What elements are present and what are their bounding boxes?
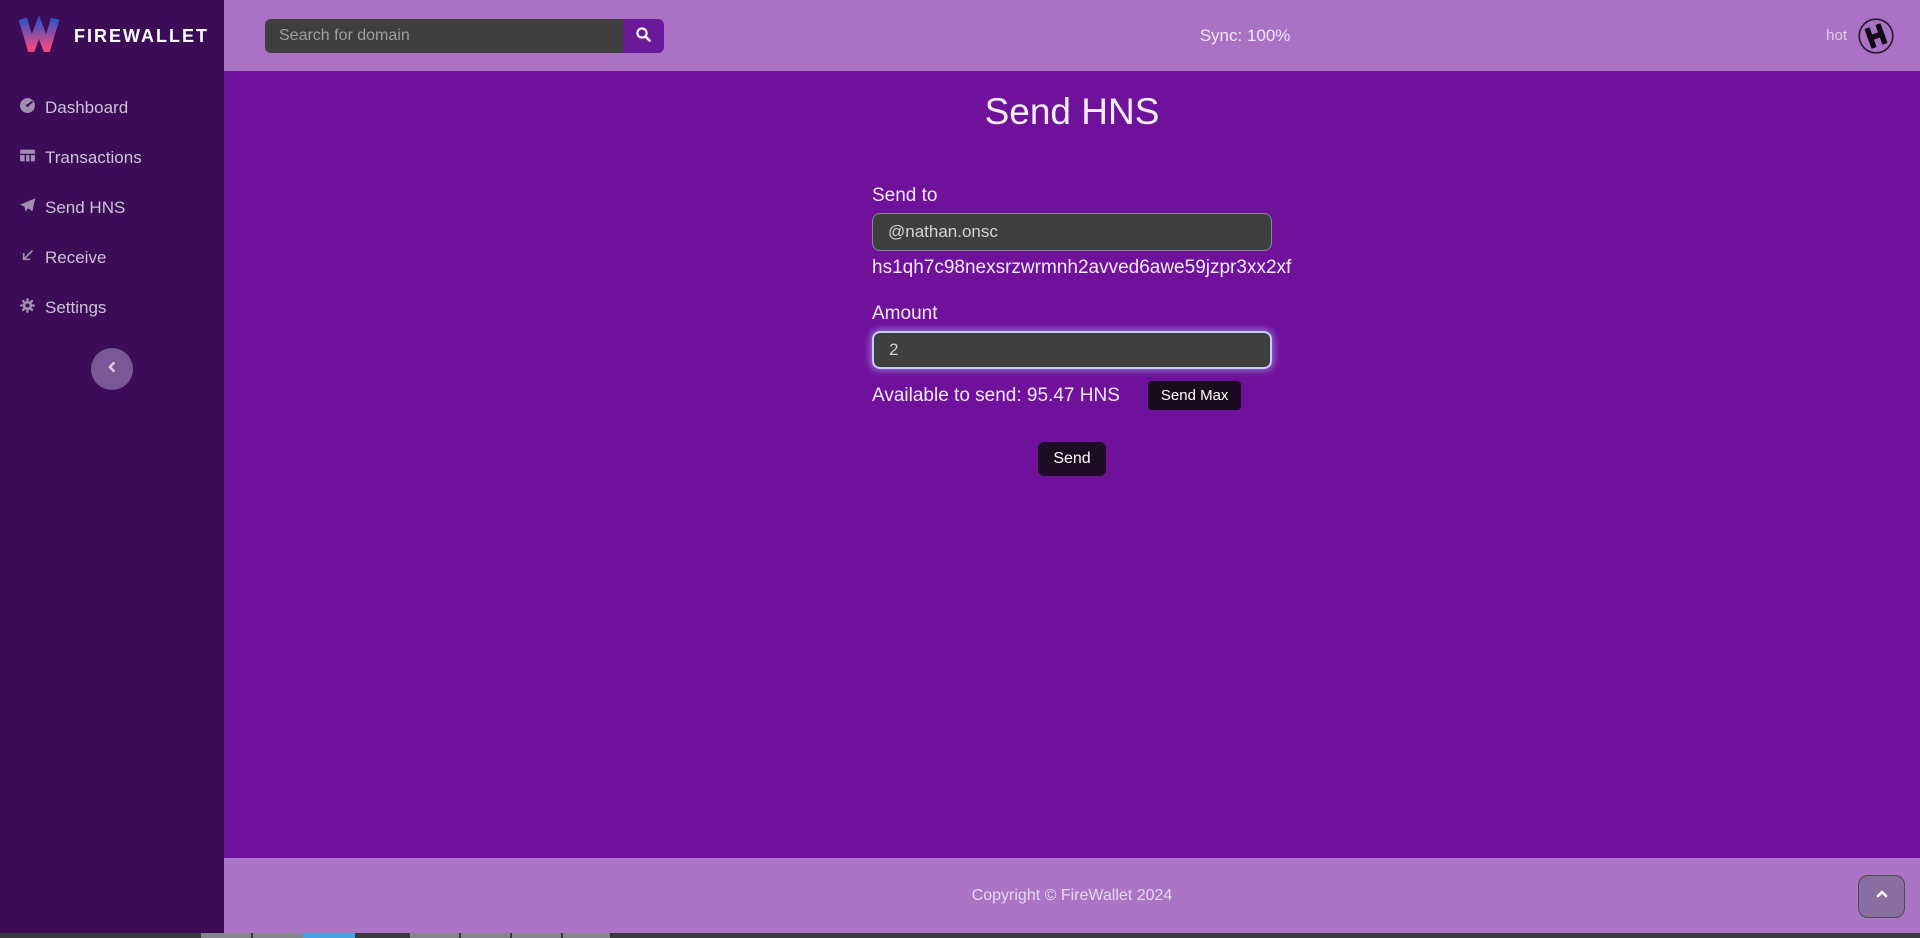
- taskbar-segment[interactable]: [303, 933, 355, 938]
- transactions-icon: [19, 147, 36, 169]
- amount-label: Amount: [872, 303, 937, 325]
- available-to-send: Available to send: 95.47 HNS: [872, 385, 1120, 407]
- footer: Copyright © FireWallet 2024: [224, 858, 1920, 933]
- firewallet-logo-icon: [18, 16, 60, 57]
- send-button[interactable]: Send: [1038, 442, 1105, 476]
- wallet-menu-button[interactable]: [1857, 17, 1895, 55]
- sidebar-item-receive[interactable]: Receive: [0, 233, 224, 283]
- page-title: Send HNS: [985, 91, 1160, 133]
- copyright-text: Copyright © FireWallet 2024: [972, 887, 1173, 905]
- send-icon: [19, 197, 36, 219]
- send-to-label: Send to: [872, 185, 938, 207]
- taskbar-strip[interactable]: [0, 933, 1920, 938]
- dashboard-icon: [19, 97, 36, 119]
- search-icon: [635, 26, 652, 46]
- handshake-logo-icon: [1857, 43, 1895, 58]
- brand-name: FIREWALLET: [74, 26, 209, 47]
- sync-status: Sync: 100%: [1200, 26, 1291, 46]
- chevron-up-icon: [1874, 886, 1890, 907]
- main-content: Send HNS Send to hs1qh7c98nexsrzwrmnh2av…: [224, 71, 1920, 858]
- receive-icon: [19, 247, 36, 269]
- settings-icon: [19, 297, 36, 319]
- sidebar-item-label: Transactions: [45, 148, 142, 168]
- sidebar: FIREWALLET Dashboard: [0, 0, 224, 933]
- topbar: Sync: 100% hot: [224, 0, 1920, 71]
- sidebar-item-settings[interactable]: Settings: [0, 283, 224, 333]
- search-input[interactable]: [265, 19, 623, 53]
- scroll-to-top-button[interactable]: [1858, 875, 1905, 918]
- taskbar-segment[interactable]: [563, 933, 610, 938]
- resolved-address: hs1qh7c98nexsrzwrmnh2avved6awe59jzpr3xx2…: [872, 257, 1291, 279]
- send-max-button[interactable]: Send Max: [1148, 381, 1242, 410]
- sidebar-item-label: Dashboard: [45, 98, 128, 118]
- taskbar-segment[interactable]: [461, 933, 510, 938]
- amount-input[interactable]: [872, 331, 1272, 369]
- app-window: FIREWALLET Dashboard: [0, 0, 1920, 938]
- wallet-name: hot: [1826, 27, 1847, 44]
- domain-search: [265, 19, 664, 53]
- sidebar-item-dashboard[interactable]: Dashboard: [0, 83, 224, 133]
- chevron-left-icon: [104, 359, 120, 380]
- taskbar-segment[interactable]: [410, 933, 459, 938]
- send-form: Send to hs1qh7c98nexsrzwrmnh2avved6awe59…: [872, 185, 1272, 476]
- brand-link[interactable]: FIREWALLET: [0, 0, 224, 71]
- sidebar-item-label: Settings: [45, 298, 106, 318]
- sidebar-nav: Dashboard Transactions Send HNS: [0, 83, 224, 333]
- sidebar-item-label: Receive: [45, 248, 106, 268]
- wallet-group: hot: [1826, 17, 1895, 55]
- taskbar-segment[interactable]: [201, 933, 251, 938]
- sidebar-item-label: Send HNS: [45, 198, 125, 218]
- taskbar-segment[interactable]: [512, 933, 561, 938]
- taskbar-segment[interactable]: [253, 933, 303, 938]
- available-row: Available to send: 95.47 HNS Send Max: [872, 381, 1272, 410]
- search-button[interactable]: [623, 19, 664, 53]
- sidebar-item-send-hns[interactable]: Send HNS: [0, 183, 224, 233]
- sidebar-item-transactions[interactable]: Transactions: [0, 133, 224, 183]
- send-to-input[interactable]: [872, 213, 1272, 251]
- sidebar-collapse-button[interactable]: [91, 348, 133, 390]
